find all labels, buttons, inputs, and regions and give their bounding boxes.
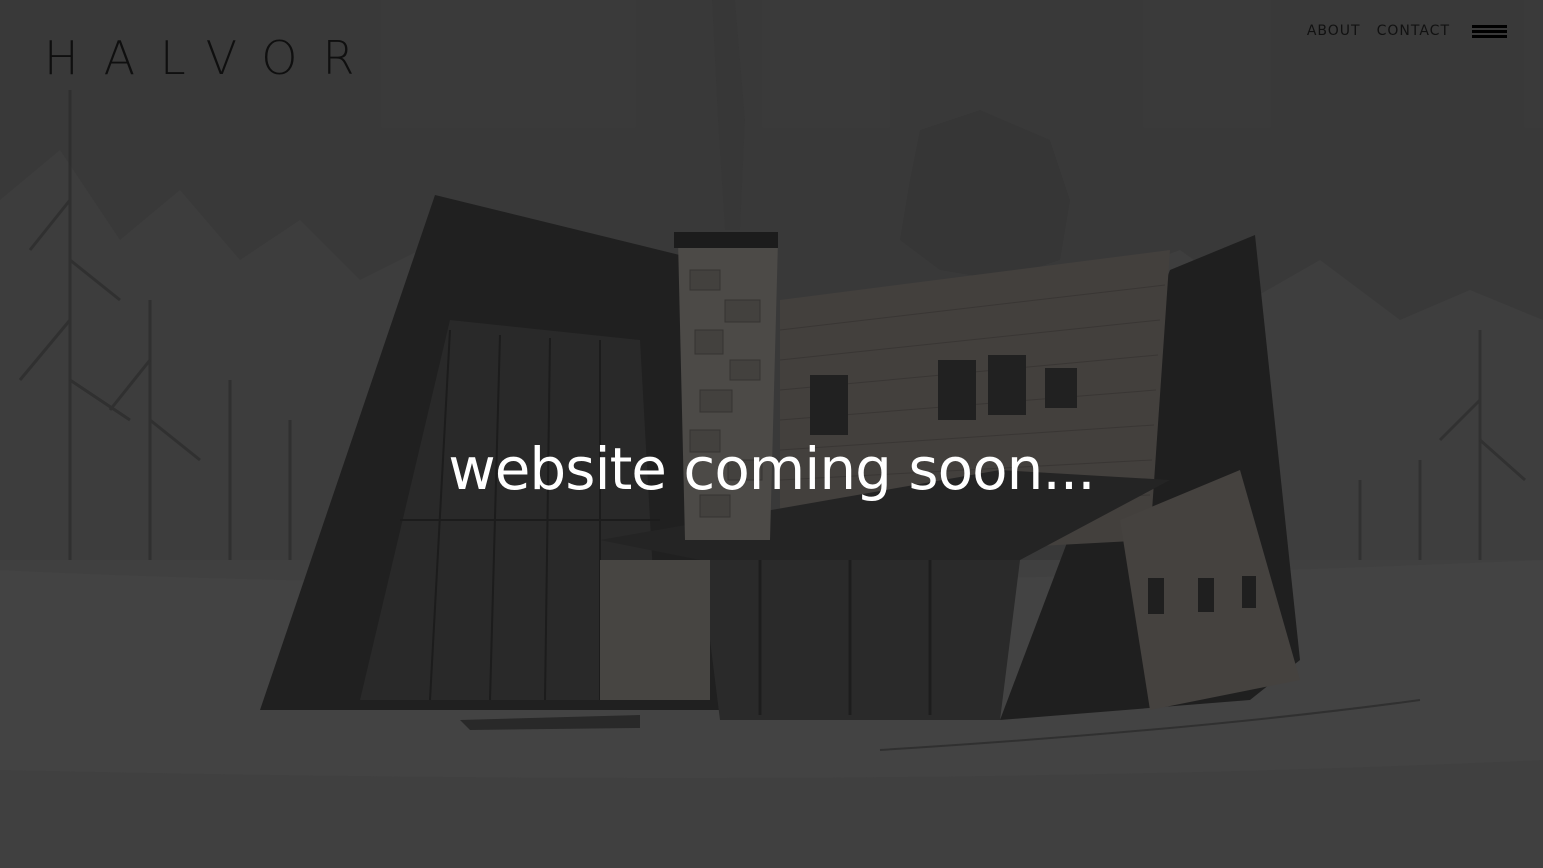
landing-page: HALVOR ABOUT CONTACT website coming soon… bbox=[0, 0, 1543, 868]
hamburger-menu-icon[interactable] bbox=[1472, 23, 1507, 39]
menu-bar bbox=[1472, 25, 1507, 28]
menu-bar bbox=[1472, 35, 1507, 38]
nav-link-contact[interactable]: CONTACT bbox=[1377, 20, 1450, 42]
menu-bar bbox=[1472, 30, 1507, 33]
brand-logo[interactable]: HALVOR bbox=[44, 30, 379, 86]
top-nav: ABOUT CONTACT bbox=[1291, 20, 1507, 42]
coming-soon-headline: website coming soon... bbox=[448, 434, 1095, 503]
nav-link-about[interactable]: ABOUT bbox=[1307, 20, 1361, 42]
